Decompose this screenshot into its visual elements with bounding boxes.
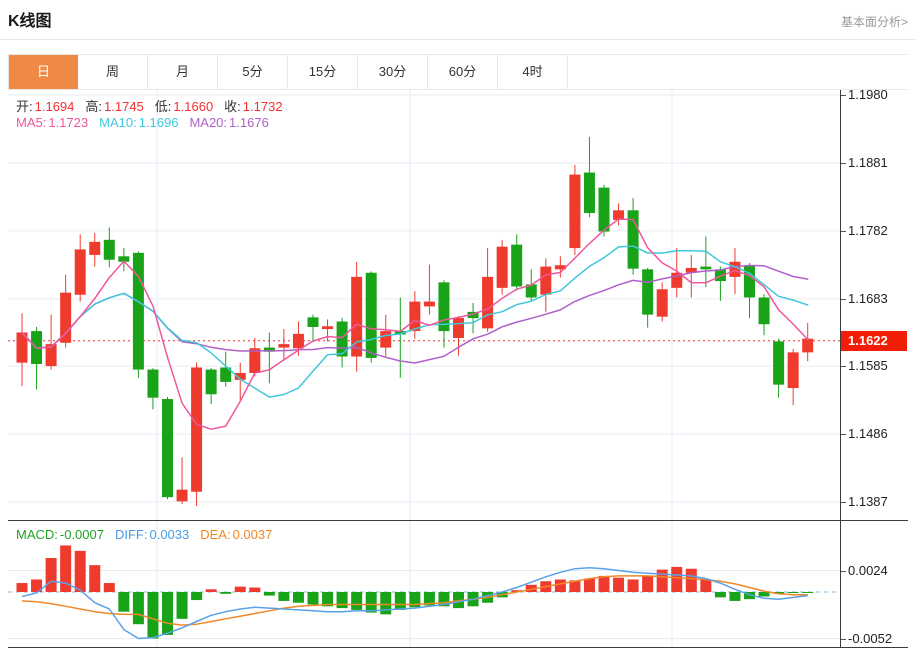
tab-5分[interactable]: 5分 [218, 55, 288, 89]
fundamental-analysis-link[interactable]: 基本面分析> [841, 13, 908, 30]
tab-周[interactable]: 周 [78, 55, 148, 89]
tick-mark [841, 163, 846, 164]
price-tick-1.1782: 1.1782 [841, 222, 888, 240]
legend-value: 1.1660 [173, 99, 213, 114]
tick-mark [841, 231, 846, 232]
legend-item: DIFF:0.0033 [115, 527, 189, 542]
legend-value: 1.1723 [48, 115, 88, 130]
legend-item: 低:1.1660 [155, 99, 213, 114]
ma-legend: MA5:1.1723 MA10:1.1696 MA20:1.1676 [16, 115, 280, 130]
tab-月[interactable]: 月 [148, 55, 218, 89]
tick-mark [841, 502, 846, 503]
current-price-badge: 1.1622 [841, 331, 907, 351]
legend-value: 1.1676 [229, 115, 269, 130]
legend-item: 开:1.1694 [16, 99, 74, 114]
legend-item: MA20:1.1676 [189, 115, 268, 130]
legend-label: MA10: [99, 115, 137, 130]
legend-label: MA5: [16, 115, 46, 130]
page-title: K线图 [8, 7, 52, 31]
legend-value: -0.0007 [60, 527, 104, 542]
tick-mark [841, 95, 846, 96]
price-tick-1.1980: 1.1980 [841, 86, 888, 104]
legend-label: DIFF: [115, 527, 148, 542]
chart-region: 开:1.1694高:1.1745低:1.1660收:1.1732 MA5:1.1… [8, 90, 908, 648]
legend-label: 开: [16, 99, 33, 114]
price-axis: 1.19801.18811.17821.16831.15851.14861.13… [840, 90, 908, 648]
tick-mark [841, 571, 846, 572]
legend-value: 1.1745 [104, 99, 144, 114]
tick-mark [841, 434, 846, 435]
tab-60分[interactable]: 60分 [428, 55, 498, 89]
tick-mark [841, 299, 846, 300]
period-tabs: 日周月5分15分30分60分4时 [8, 54, 908, 90]
page: K线图 基本面分析> 日周月5分15分30分60分4时 开:1.1694高:1.… [0, 0, 916, 651]
legend-label: DEA: [200, 527, 230, 542]
page-header: K线图 基本面分析> [0, 0, 916, 40]
legend-label: MA20: [189, 115, 227, 130]
legend-label: 低: [155, 99, 172, 114]
price-tick-1.1585: 1.1585 [841, 357, 888, 375]
legend-item: MACD:-0.0007 [16, 527, 104, 542]
macd-legend: MACD:-0.0007 DIFF:0.0033 DEA:0.0037 [16, 527, 283, 542]
macd-tick--0.0052: -0.0052 [841, 630, 892, 648]
legend-item: DEA:0.0037 [200, 527, 272, 542]
price-tick-1.1387: 1.1387 [841, 493, 888, 511]
legend-value: 0.0033 [149, 527, 189, 542]
tab-日[interactable]: 日 [8, 55, 78, 89]
legend-label: MACD: [16, 527, 58, 542]
legend-item: 收:1.1732 [224, 99, 282, 114]
kline-widget: 日周月5分15分30分60分4时 开:1.1694 高:1.1745 低:1.166… [8, 54, 908, 648]
legend-value: 1.1694 [35, 99, 75, 114]
tick-mark [841, 639, 846, 640]
tick-mark [841, 366, 846, 367]
legend-label: 高: [85, 99, 102, 114]
tab-15分[interactable]: 15分 [288, 55, 358, 89]
legend-value: 1.1732 [243, 99, 283, 114]
legend-item: MA5:1.1723 [16, 115, 88, 130]
tab-4时[interactable]: 4时 [498, 55, 568, 89]
candlestick-chart-canvas[interactable] [8, 90, 840, 521]
legend-label: 收: [224, 99, 241, 114]
ohlc-legend: 开:1.1694 高:1.1745 低:1.1660 收:1.1732 [16, 96, 294, 115]
legend-item: MA10:1.1696 [99, 115, 178, 130]
legend-item: 高:1.1745 [85, 99, 143, 114]
price-tick-1.1486: 1.1486 [841, 425, 888, 443]
chart-bottom-border [8, 647, 908, 648]
tab-30分[interactable]: 30分 [358, 55, 428, 89]
legend-value: 0.0037 [233, 527, 273, 542]
legend-value: 1.1696 [139, 115, 179, 130]
price-tick-1.1683: 1.1683 [841, 290, 888, 308]
macd-tick-0.0024: 0.0024 [841, 562, 888, 580]
panel-separator [8, 520, 908, 521]
price-tick-1.1881: 1.1881 [841, 154, 888, 172]
